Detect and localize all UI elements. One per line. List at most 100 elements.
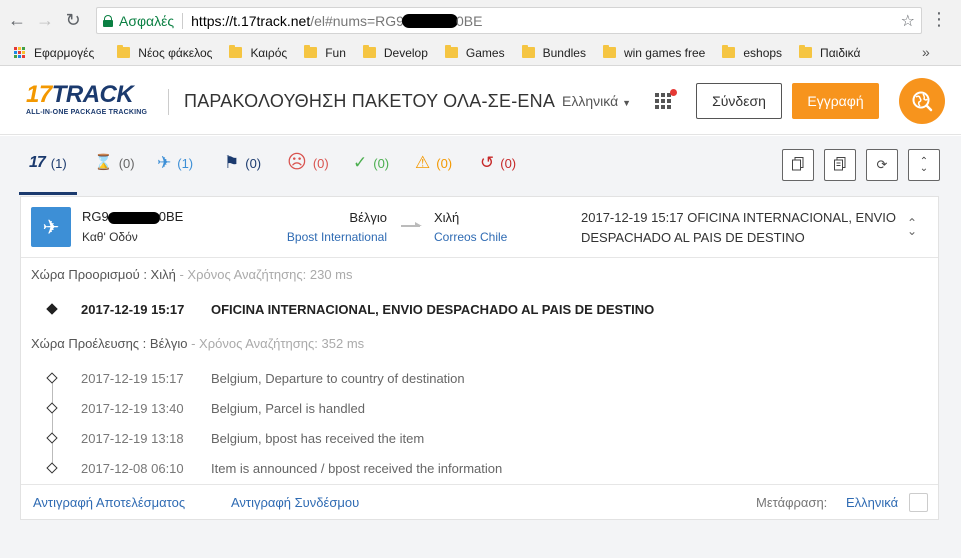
browser-menu-icon[interactable]: ⋮ bbox=[930, 10, 948, 28]
bookmark-folder[interactable]: Παιδικά bbox=[799, 45, 861, 60]
bookmark-label: eshops bbox=[743, 45, 783, 60]
bookmark-folder[interactable]: Καιρός bbox=[229, 45, 287, 60]
browser-toolbar: ← → ↻ Ασφαλές https://t.17track.net /el#… bbox=[0, 0, 961, 40]
page-title: ΠΑΡΑΚΟΛΟΥΘΗΣΗ ΠΑΚΕΤΟΥ ΟΛΑ-ΣΕ-ΕΝΑ bbox=[184, 91, 556, 111]
folder-icon bbox=[521, 45, 535, 58]
folder-icon bbox=[444, 45, 458, 58]
language-selector[interactable]: Ελληνικά ▼ bbox=[562, 93, 631, 109]
filter-tab-pickup[interactable]: ⚑ (0) bbox=[224, 150, 261, 176]
folder-icon bbox=[229, 45, 243, 58]
timeline-diamond-icon bbox=[46, 462, 58, 474]
history-icon: ↺ bbox=[480, 153, 495, 172]
url-host: https://t.17track.net bbox=[191, 12, 311, 29]
apps-menu-icon[interactable] bbox=[655, 93, 671, 109]
address-bar[interactable]: Ασφαλές https://t.17track.net /el#nums=R… bbox=[96, 7, 922, 34]
bookmark-star-icon[interactable]: ☆ bbox=[901, 11, 915, 31]
origin-carrier-link[interactable]: Bpost International bbox=[287, 230, 387, 244]
event-date: 2017-12-19 15:17 bbox=[81, 371, 184, 386]
translate-language-select[interactable]: Ελληνικά bbox=[846, 495, 898, 510]
tracking-summary[interactable]: ✈ RG9 0BE Καθ' Οδόν Βέλγιο Bpost Internat… bbox=[21, 197, 938, 258]
filter-tab-not-found[interactable]: ⌛ (0) bbox=[94, 150, 135, 176]
language-label: Ελληνικά bbox=[562, 93, 619, 109]
destination-country: Χιλή bbox=[434, 210, 460, 225]
bookmark-folder[interactable]: Games bbox=[444, 45, 505, 60]
bookmark-label: Παιδικά bbox=[820, 45, 861, 60]
bookmark-folder[interactable]: Νέος φάκελος bbox=[117, 45, 212, 60]
refresh-icon: ⟳ bbox=[876, 157, 888, 172]
filter-count: (0) bbox=[118, 155, 135, 171]
bookmark-folder[interactable]: Fun bbox=[304, 45, 346, 60]
refresh-button[interactable]: ⟳ bbox=[866, 149, 898, 181]
route-arrow-icon bbox=[401, 222, 422, 227]
lock-icon bbox=[103, 15, 113, 27]
bookmarks-bar: Εφαρμογές Νέος φάκελος Καιρός Fun Develo… bbox=[0, 40, 961, 66]
sad-face-icon: ☹ bbox=[287, 152, 307, 173]
destination-carrier-link[interactable]: Correos Chile bbox=[434, 230, 507, 244]
folder-icon bbox=[362, 45, 376, 58]
checkmark-icon: ✓ bbox=[353, 153, 368, 172]
bookmark-label: Develop bbox=[383, 45, 428, 60]
filter-count: (0) bbox=[500, 155, 517, 171]
site-logo[interactable]: 17TRACK ALL-IN-ONE PACKAGE TRACKING bbox=[26, 83, 148, 117]
bookmarks-overflow-icon[interactable]: » bbox=[922, 44, 930, 60]
header-divider bbox=[168, 89, 169, 115]
login-button[interactable]: Σύνδεση bbox=[696, 83, 782, 119]
in-transit-status-icon: ✈ bbox=[31, 207, 71, 247]
copy-icon bbox=[792, 156, 804, 174]
bookmark-folder[interactable]: Develop bbox=[362, 45, 428, 60]
translate-checkbox[interactable] bbox=[909, 493, 928, 512]
destination-section-label: Χώρα Προορισμού : Χιλή - Χρόνος Αναζήτησ… bbox=[31, 267, 353, 282]
reload-icon[interactable]: ↻ bbox=[62, 9, 84, 31]
tracking-result-card: ✈ RG9 0BE Καθ' Οδόν Βέλγιο Bpost Internat… bbox=[20, 196, 939, 520]
tracking-event: 2017-12-19 13:40 Belgium, Parcel is hand… bbox=[21, 399, 938, 421]
origin-label: Χώρα Προέλευσης : Βέλγιο bbox=[31, 336, 188, 351]
bookmark-folder[interactable]: eshops bbox=[722, 45, 783, 60]
register-button[interactable]: Εγγραφή bbox=[792, 83, 879, 119]
latest-event: 2017-12-19 15:17 OFICINA INTERNACIONAL, … bbox=[581, 210, 897, 245]
filter-count: (1) bbox=[50, 155, 67, 171]
copy-result-link[interactable]: Αντιγραφή Αποτελέσματος bbox=[33, 495, 185, 510]
filter-tab-alert[interactable]: ⚠ (0) bbox=[415, 150, 452, 176]
origin-query-time: - Χρόνος Αναζήτησης: 352 ms bbox=[187, 336, 365, 351]
tracking-event: 2017-12-08 06:10 Item is announced / bpo… bbox=[21, 459, 938, 481]
airplane-icon: ✈ bbox=[42, 216, 60, 239]
event-description: Belgium, Departure to country of destina… bbox=[211, 371, 465, 386]
timeline-diamond-icon bbox=[46, 303, 58, 315]
filter-tab-expired[interactable]: ↺ (0) bbox=[480, 150, 516, 176]
filter-tab-all[interactable]: 17 (1) bbox=[19, 150, 77, 195]
bookmark-folder[interactable]: win games free bbox=[602, 45, 705, 60]
timeline-diamond-icon bbox=[46, 402, 58, 414]
tracking-number: RG9 0BE bbox=[82, 209, 183, 224]
globe-search-icon[interactable] bbox=[899, 78, 945, 124]
event-description: OFICINA INTERNACIONAL, ENVIO DESPACHADO … bbox=[211, 302, 655, 317]
filter-tab-undelivered[interactable]: ☹ (0) bbox=[287, 150, 329, 176]
url-path-suffix: 0BE bbox=[455, 12, 483, 29]
copy-all-button[interactable] bbox=[824, 149, 856, 181]
forward-arrow-icon[interactable]: → bbox=[34, 9, 56, 31]
caret-down-icon: ▼ bbox=[622, 98, 631, 108]
redaction-mark bbox=[401, 13, 458, 28]
bookmark-apps[interactable]: Εφαρμογές bbox=[0, 46, 94, 60]
timeline-diamond-icon bbox=[46, 372, 58, 384]
event-description: Item is announced / bpost received the i… bbox=[211, 461, 503, 476]
secure-label: Ασφαλές bbox=[119, 12, 175, 29]
filter-tab-delivered[interactable]: ✓ (0) bbox=[353, 150, 389, 176]
copy-link-link[interactable]: Αντιγραφή Συνδέσμου bbox=[231, 495, 359, 510]
destination-query-time: - Χρόνος Αναζήτησης: 230 ms bbox=[175, 267, 353, 282]
bookmark-label: Εφαρμογές bbox=[34, 45, 95, 60]
copy-button[interactable] bbox=[782, 149, 814, 181]
filter-tab-in-transit[interactable]: ✈ (1) bbox=[157, 150, 193, 176]
bookmark-folder[interactable]: Bundles bbox=[521, 45, 586, 60]
card-footer: Αντιγραφή Αποτελέσματος Αντιγραφή Συνδέσ… bbox=[21, 484, 938, 520]
bookmark-label: Fun bbox=[325, 45, 346, 60]
expand-collapse-icon[interactable]: ⌃ ⌄ bbox=[907, 217, 917, 237]
collapse-button[interactable]: ⌃ ⌄ bbox=[908, 149, 940, 181]
logo-tagline: ALL-IN-ONE PACKAGE TRACKING bbox=[26, 109, 148, 116]
shipment-status: Καθ' Οδόν bbox=[82, 230, 138, 244]
back-arrow-icon[interactable]: ← bbox=[6, 9, 28, 31]
event-date: 2017-12-19 13:40 bbox=[81, 401, 184, 416]
event-date: 2017-12-08 06:10 bbox=[81, 461, 184, 476]
origin-section-label: Χώρα Προέλευσης : Βέλγιο - Χρόνος Αναζήτ… bbox=[31, 336, 364, 351]
status-filter-bar: 17 (1) ⌛ (0) ✈ (1) ⚑ (0) ☹ (0) ✓ (0) ⚠ (… bbox=[19, 140, 947, 195]
copy-all-icon bbox=[834, 156, 846, 174]
